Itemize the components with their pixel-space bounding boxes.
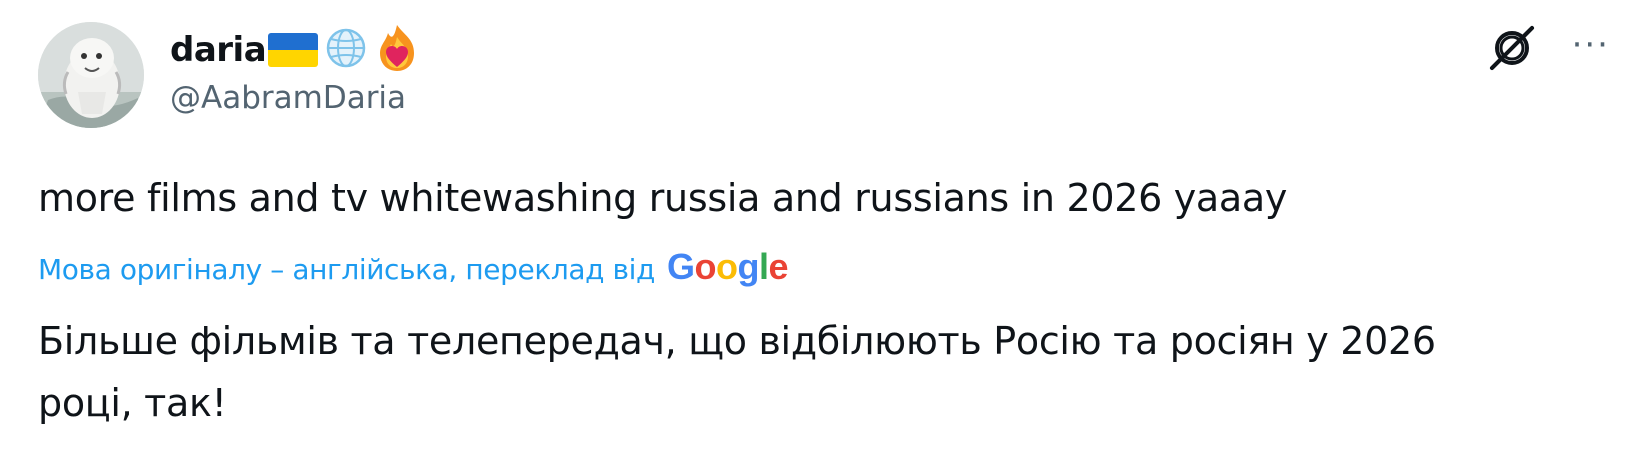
- tweet-text: more films and tv whitewashing russia an…: [38, 176, 1288, 220]
- translation-note[interactable]: Мова оригіналу – англійська, переклад ві…: [38, 253, 655, 286]
- more-options-icon[interactable]: ···: [1572, 28, 1610, 62]
- translation-attribution[interactable]: Мова оригіналу – англійська, переклад ві…: [38, 246, 789, 288]
- tweet-top-actions: ···: [1488, 24, 1610, 76]
- author-handle[interactable]: @AabramDaria: [170, 80, 406, 116]
- google-logo-letter: G: [667, 246, 695, 287]
- avatar[interactable]: [38, 22, 144, 128]
- author-name-row[interactable]: daria: [170, 22, 420, 78]
- google-logo: Google: [667, 246, 789, 288]
- fire-heart-icon: [374, 23, 420, 77]
- globe-icon: [324, 26, 368, 74]
- google-logo-letter: g: [737, 246, 760, 287]
- google-logo-letter: l: [759, 246, 769, 287]
- translated-text: Більше фільмів та телепередач, що відбіл…: [38, 319, 1436, 425]
- avatar-image: [38, 22, 144, 128]
- google-logo-letter: o: [694, 246, 717, 287]
- grok-icon[interactable]: [1488, 24, 1536, 76]
- display-name[interactable]: daria: [170, 30, 267, 70]
- tweet-card[interactable]: daria @AabramDaria ··· more films and tv…: [0, 0, 1638, 475]
- ukraine-flag-icon: [268, 33, 319, 67]
- google-logo-letter: o: [716, 246, 738, 287]
- google-logo-letter: e: [768, 246, 789, 287]
